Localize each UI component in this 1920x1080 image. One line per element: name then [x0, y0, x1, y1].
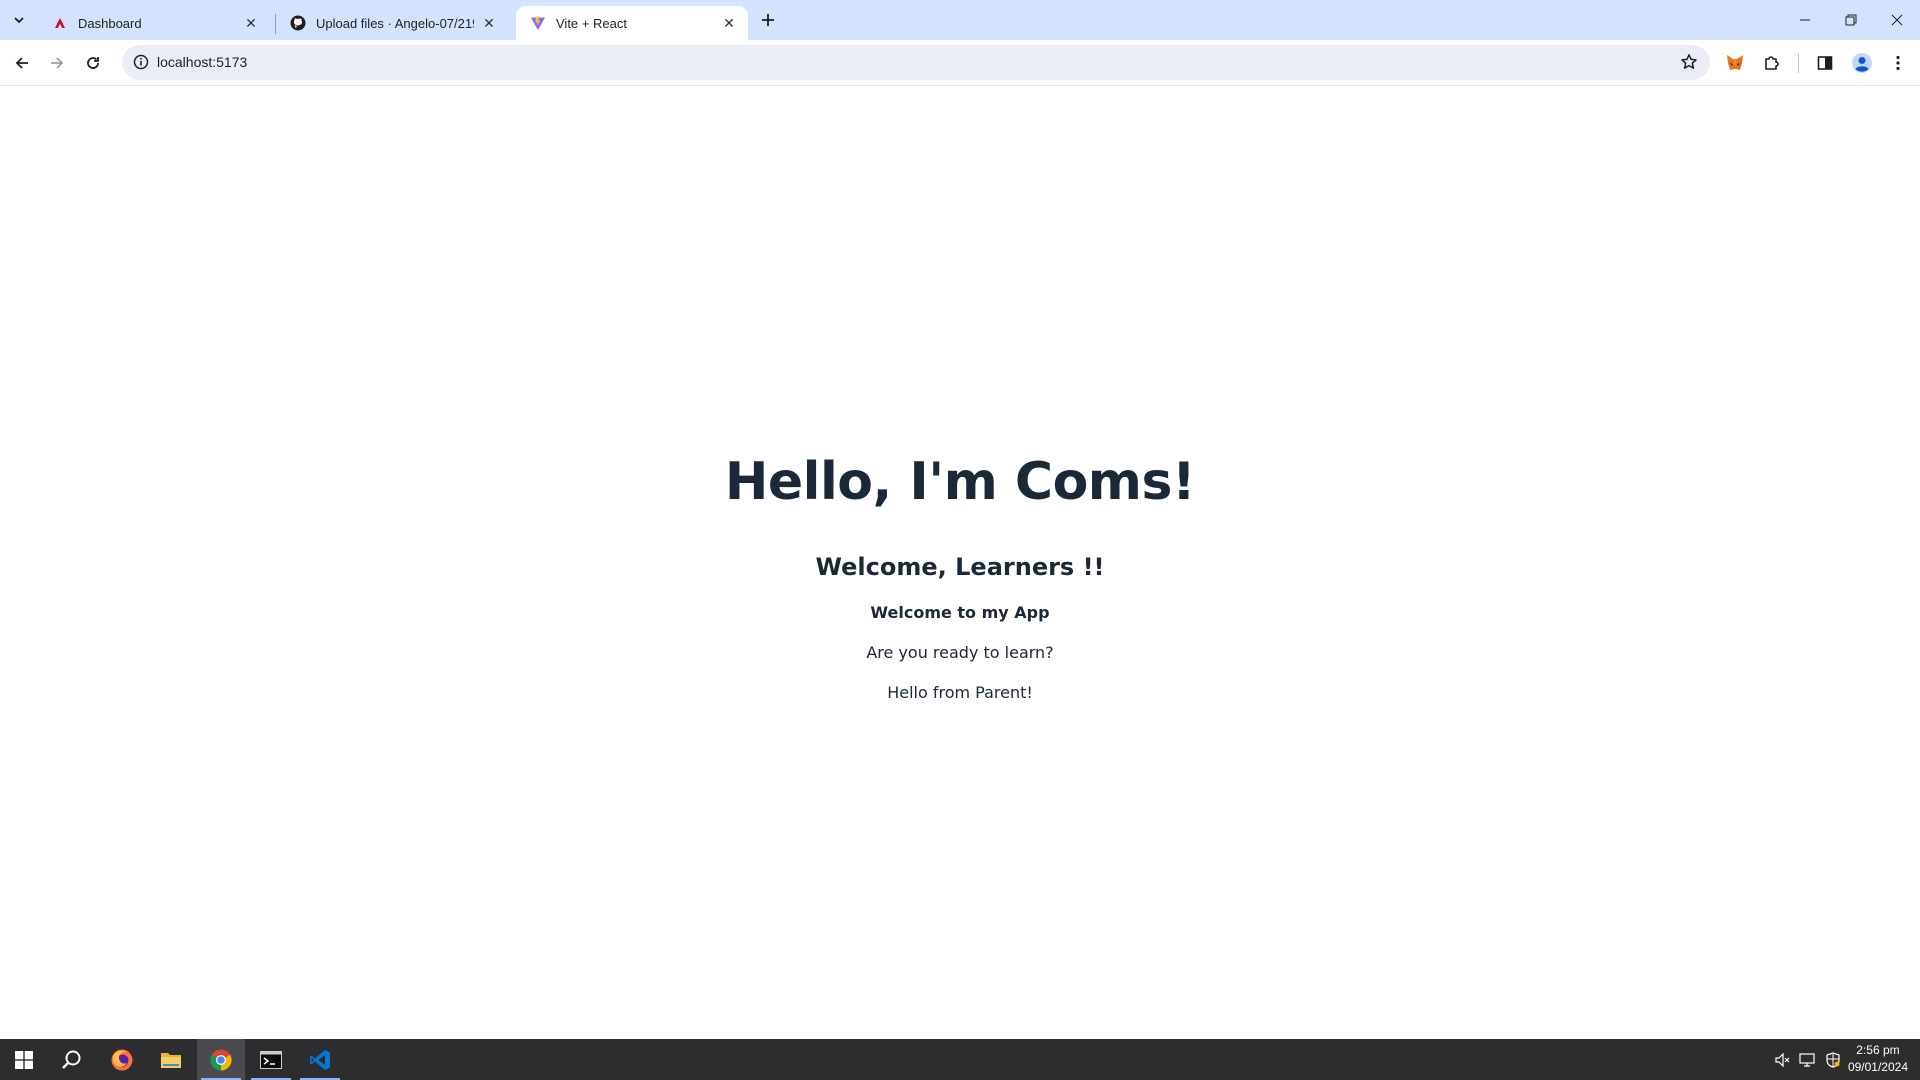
page-content: Hello, I'm Coms! Welcome, Learners !! We…: [0, 87, 1920, 1039]
shield-icon: [1826, 1051, 1840, 1068]
puzzle-icon: [1765, 56, 1779, 70]
welcome-text: Welcome to my App: [870, 603, 1050, 622]
vite-favicon: [530, 15, 546, 31]
back-arrow-icon: [15, 57, 28, 69]
chrome-icon: [210, 1049, 232, 1070]
info-icon[interactable]: [130, 51, 152, 73]
forward-button[interactable]: [43, 49, 71, 77]
close-icon[interactable]: ✕: [480, 14, 498, 32]
tab-title: Upload files · Angelo-07/2192-0: [316, 15, 474, 31]
start-button[interactable]: [0, 1039, 48, 1080]
plus-icon: [762, 14, 774, 26]
browser-toolbar: localhost:5173: [0, 40, 1920, 86]
network-button[interactable]: [1796, 1039, 1820, 1080]
star-icon[interactable]: [1678, 51, 1700, 73]
taskbar-terminal[interactable]: [247, 1039, 295, 1080]
firefox-icon: [111, 1049, 133, 1070]
reload-button[interactable]: [79, 49, 107, 77]
minimize-icon: [1800, 19, 1810, 21]
parent-message: Hello from Parent!: [887, 683, 1033, 702]
metamask-extension-button[interactable]: [1721, 49, 1749, 77]
restore-icon: [1845, 14, 1857, 26]
taskbar-chrome[interactable]: [197, 1039, 245, 1080]
volume-button[interactable]: [1772, 1039, 1794, 1080]
new-tab-button[interactable]: [756, 8, 780, 32]
tab-vite-react[interactable]: Vite + React ✕: [516, 6, 748, 40]
minimize-button[interactable]: [1782, 0, 1828, 40]
tab-strip: Dashboard ✕ Upload files · Angelo-07/219…: [0, 0, 1920, 40]
profile-button[interactable]: [1848, 49, 1876, 77]
reload-icon: [87, 57, 99, 69]
kebab-menu-icon: [1896, 55, 1900, 71]
side-panel-button[interactable]: [1811, 49, 1839, 77]
close-window-button[interactable]: [1874, 0, 1920, 40]
side-panel-icon: [1817, 56, 1833, 70]
network-icon: [1799, 1052, 1815, 1067]
chrome-menu-button[interactable]: [1884, 49, 1912, 77]
restore-button[interactable]: [1828, 0, 1874, 40]
search-icon: [62, 1050, 81, 1069]
github-favicon: [290, 15, 306, 31]
tab-upload-files[interactable]: Upload files · Angelo-07/2192-0 ✕: [276, 6, 508, 40]
taskbar-search-button[interactable]: [48, 1039, 96, 1080]
page-subheading: Welcome, Learners !!: [815, 553, 1105, 581]
chevron-down-icon: [14, 17, 24, 24]
url-text: localhost:5173: [157, 54, 248, 70]
file-explorer-icon: [161, 1052, 181, 1068]
clock-date: 09/01/2024: [1847, 1060, 1908, 1074]
speaker-muted-icon: [1775, 1052, 1790, 1067]
dashboard-favicon: [52, 15, 68, 31]
taskbar-firefox[interactable]: [98, 1039, 146, 1080]
tab-dashboard[interactable]: Dashboard ✕: [38, 6, 270, 40]
taskbar-file-explorer[interactable]: [147, 1039, 195, 1080]
start-icon: [15, 1050, 33, 1069]
close-icon[interactable]: ✕: [242, 14, 260, 32]
terminal-icon: [260, 1050, 282, 1069]
extensions-button[interactable]: [1758, 49, 1786, 77]
close-icon[interactable]: ✕: [720, 14, 738, 32]
forward-arrow-icon: [51, 57, 64, 69]
security-button[interactable]: [1822, 1039, 1844, 1080]
clock-time: 2:56 pm: [1856, 1043, 1900, 1057]
back-button[interactable]: [8, 49, 36, 77]
tab-title: Dashboard: [78, 15, 142, 31]
question-text: Are you ready to learn?: [866, 643, 1054, 662]
close-icon: [1891, 14, 1903, 26]
page-heading: Hello, I'm Coms!: [724, 452, 1196, 512]
address-bar[interactable]: localhost:5173: [122, 45, 1710, 80]
taskbar: 2:56 pm 09/01/2024: [0, 1039, 1920, 1080]
profile-avatar-icon: [1852, 53, 1872, 73]
toolbar-separator: [1798, 53, 1799, 73]
metamask-fox-icon: [1727, 55, 1743, 70]
tab-search-button[interactable]: [6, 8, 32, 32]
taskbar-clock[interactable]: 2:56 pm 09/01/2024: [1848, 1042, 1908, 1076]
taskbar-vscode[interactable]: [296, 1039, 344, 1080]
vscode-icon: [310, 1049, 330, 1070]
tab-title: Vite + React: [556, 15, 627, 31]
